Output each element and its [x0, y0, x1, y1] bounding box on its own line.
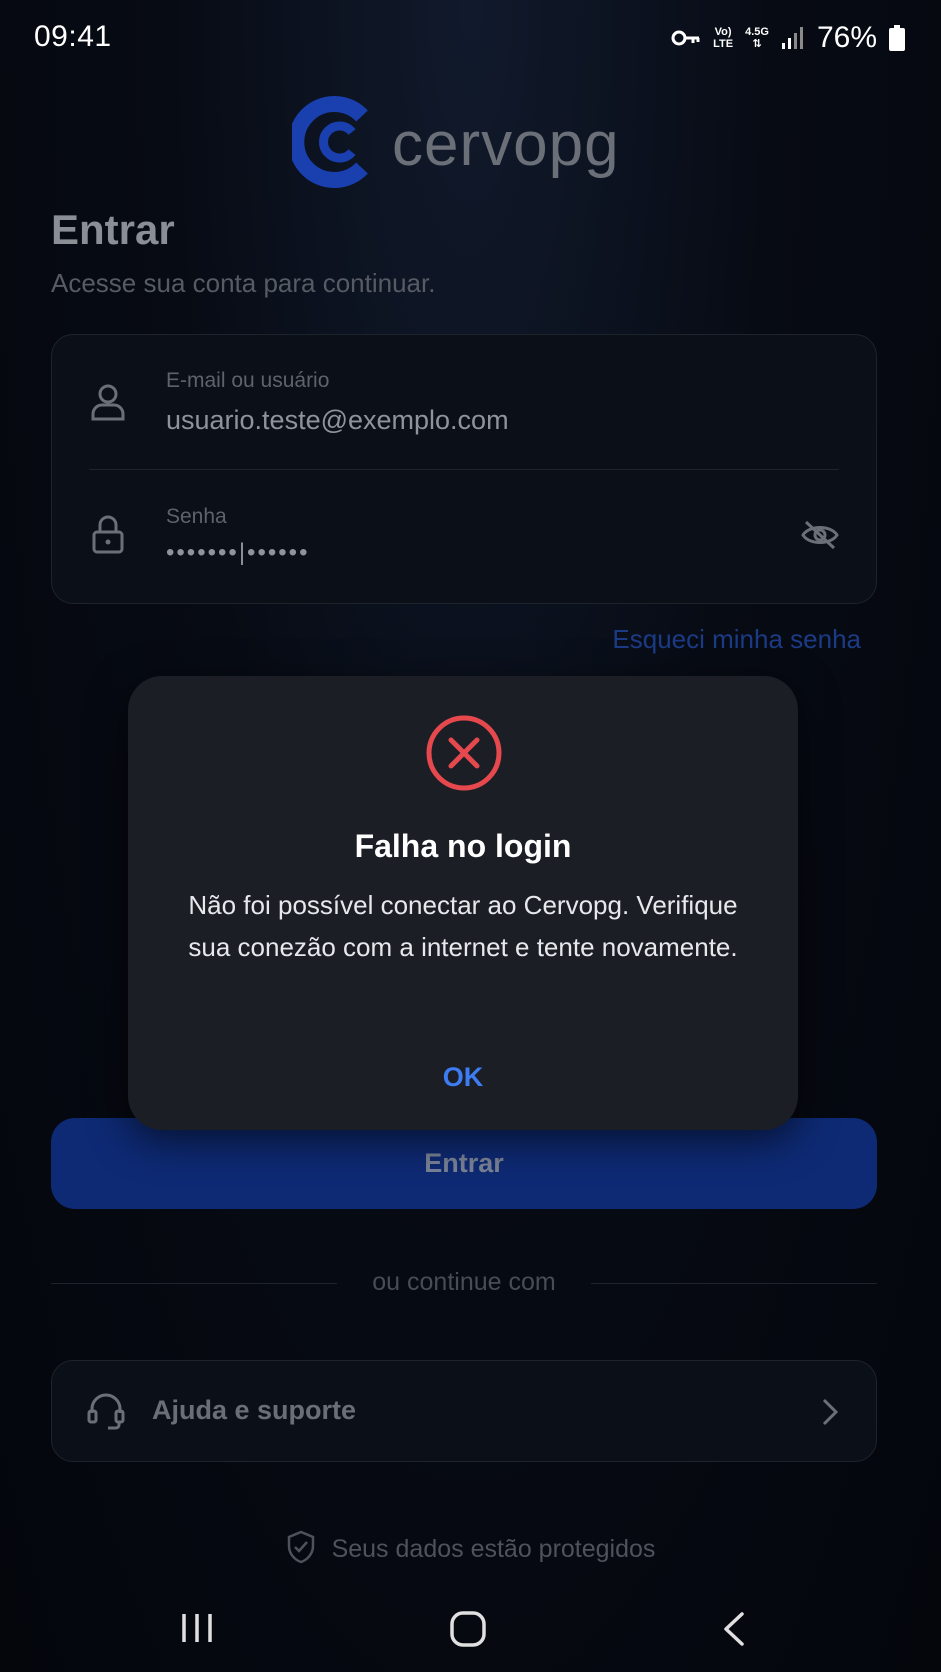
screen: 09:41 Vo) LTE 4.5G ⇅ 76% cervopg Entrar … — [0, 0, 941, 1672]
email-field[interactable]: E-mail ou usuário usuario.teste@exemplo.… — [52, 335, 876, 470]
home-icon[interactable] — [449, 1610, 487, 1653]
headset-icon — [86, 1391, 126, 1436]
login-error-dialog: Falha no login Não foi possível conectar… — [128, 676, 798, 1130]
forgot-password-link[interactable]: Esqueci minha senha — [612, 624, 861, 655]
lock-icon — [90, 514, 126, 559]
security-note: Seus dados estão protegidos — [0, 1530, 941, 1569]
security-note-text: Seus dados estão protegidos — [331, 1535, 656, 1563]
recent-apps-icon[interactable] — [180, 1610, 216, 1651]
password-label: Senha — [166, 505, 227, 528]
password-field[interactable] — [52, 470, 876, 605]
brand-name: cervopg — [392, 109, 620, 179]
cervopg-logo-icon — [288, 95, 372, 193]
shield-check-icon — [286, 1530, 316, 1569]
brand-logo: cervopg — [288, 95, 620, 193]
login-form-card: E-mail ou usuário usuario.teste@exemplo.… — [51, 334, 877, 604]
page-title: Entrar — [51, 206, 175, 253]
system-nav-bar — [0, 1592, 941, 1672]
user-icon — [90, 383, 126, 426]
help-support-button[interactable]: Ajuda e suporte — [51, 1360, 877, 1462]
or-line-right — [591, 1283, 877, 1284]
dialog-message: Não foi possível conectar ao Cervopg. Ve… — [188, 890, 738, 962]
login-button[interactable]: Entrar — [51, 1118, 877, 1209]
or-divider: ou continue com — [51, 1268, 877, 1298]
email-input[interactable]: usuario.teste@exemplo.com — [166, 405, 509, 436]
error-circle-icon — [425, 714, 503, 797]
chevron-right-icon — [820, 1397, 840, 1432]
hide-password-icon[interactable] — [800, 519, 840, 556]
page-subtitle: Acesse sua conta para continuar. — [51, 268, 436, 298]
help-support-label: Ajuda e suporte — [152, 1395, 357, 1425]
email-label: E-mail ou usuário — [166, 369, 330, 392]
back-icon[interactable] — [720, 1610, 750, 1653]
dialog-ok-button[interactable]: OK — [363, 1052, 563, 1102]
dialog-title: Falha no login — [354, 828, 572, 864]
password-input[interactable]: •••••••|•••••• — [166, 539, 309, 567]
